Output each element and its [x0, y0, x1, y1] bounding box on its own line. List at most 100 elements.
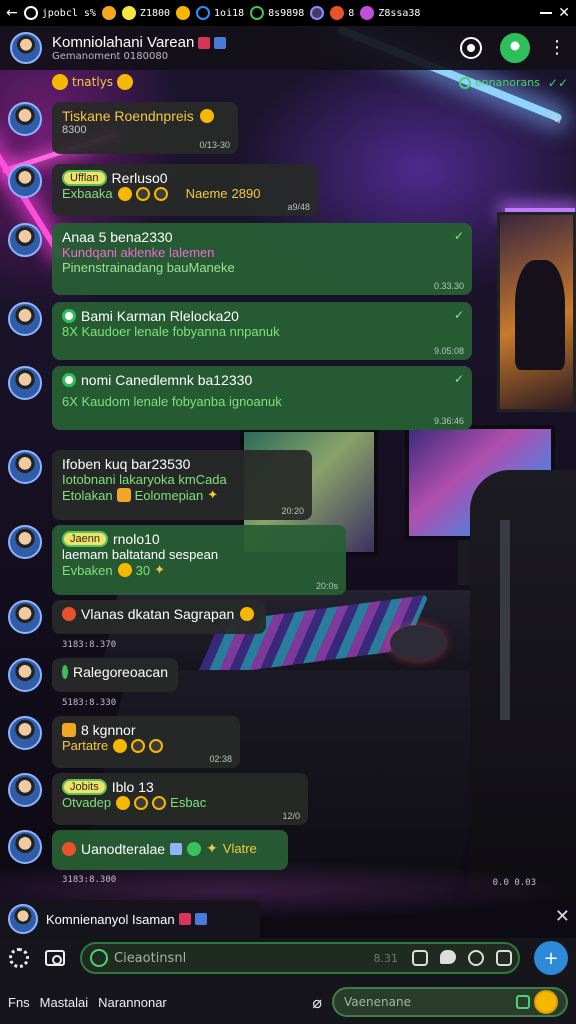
gear-icon [9, 948, 29, 968]
message-bubble[interactable]: nomi Canedlemnk ba12330 6X Kaudom lenale… [52, 366, 472, 430]
gallery-icon[interactable] [496, 950, 512, 966]
message-line: Uanodteralae ✦ Vlatre [62, 840, 278, 857]
message-bubble[interactable]: Vlanas dkatan Sagrapan [52, 600, 266, 634]
message-line: Anaa 5 bena2330 [62, 229, 462, 245]
chat-subtitle: Gemanoment 0180080 [52, 51, 169, 62]
avatar[interactable] [8, 658, 42, 692]
camera-button[interactable] [44, 947, 66, 969]
read-check-icon: ✓ [453, 372, 464, 386]
reply-title-text: Komnienanyol Isaman [46, 911, 175, 927]
minimize-icon[interactable] [540, 12, 553, 14]
composer-label[interactable]: Narannonar [98, 995, 167, 1010]
star-icon: ✦ [206, 840, 218, 856]
message-bubble[interactable]: Tiskane Roendnpreis 8300 0/13-30 [52, 102, 238, 154]
message[interactable]: Uanodteralae ✦ Vlatre [8, 830, 288, 870]
avatar[interactable] [8, 450, 42, 484]
online-text: ennanorans [474, 76, 540, 89]
attach-icon[interactable]: ⌀ [312, 993, 322, 1012]
message[interactable]: Vlanas dkatan Sagrapan [8, 600, 266, 634]
message-bubble[interactable]: Ralegoreoacan [52, 658, 178, 692]
status-icon [360, 6, 375, 20]
timer-icon[interactable] [468, 950, 484, 966]
input-placeholder: Cieaotinsnl [114, 950, 187, 966]
chat-bubble-icon[interactable] [440, 950, 456, 964]
emoji-button[interactable] [534, 990, 558, 1014]
message[interactable]: Ifoben kuq bar23530 Iotobnani lakaryoka … [8, 450, 312, 520]
message-time: 9.36:46 [433, 416, 464, 426]
message-line: Evbaken 30 ✦ [62, 562, 336, 578]
avatar[interactable] [8, 716, 42, 750]
message-bubble[interactable]: Ufflan Rerluso0 Exbaaka Naeme 2890 a9/48 [52, 164, 318, 216]
message[interactable]: Jaenn rnolo10 laemam baltatand sespean E… [8, 525, 346, 595]
message-input[interactable]: Cieaotinsnl 8.31 [80, 942, 520, 974]
message[interactable]: Tiskane Roendnpreis 8300 0/13-30 [8, 102, 238, 154]
message-time: 3183:8.300 [62, 875, 117, 885]
input-counter: 8.31 [373, 951, 399, 965]
message[interactable]: Anaa 5 bena2330 Kundqani aklenke lalemen… [8, 223, 472, 295]
profile-icon[interactable] [500, 33, 530, 63]
avatar[interactable] [8, 164, 42, 198]
video-call-icon[interactable] [460, 37, 482, 59]
status-item: 8s9898 [250, 6, 304, 20]
keyboard-icon[interactable] [516, 995, 530, 1009]
message[interactable]: nomi Canedlemnk ba12330 6X Kaudom lenale… [8, 366, 472, 430]
message-tag: Jaenn [62, 531, 108, 547]
message-line: nomi Canedlemnk ba12330 [62, 372, 462, 388]
flag-icon [178, 913, 191, 925]
chat-title: Komniolahani Varean [52, 34, 227, 51]
back-arrow-icon[interactable]: ← [6, 6, 18, 20]
send-button[interactable]: + [534, 941, 568, 975]
secondary-input[interactable]: Vaenenane [332, 987, 568, 1017]
message-bubble[interactable]: Jaenn rnolo10 laemam baltatand sespean E… [52, 525, 346, 595]
message-extra: Vlatre [222, 841, 257, 856]
message-sender: rnolo10 [112, 531, 160, 547]
close-icon[interactable]: ✕ [558, 6, 570, 20]
avatar[interactable] [8, 830, 42, 864]
close-reply-icon[interactable]: ✕ [555, 906, 570, 927]
avatar[interactable] [8, 600, 42, 634]
message-time: 20:0s [315, 581, 338, 591]
message-line: Vlanas dkatan Sagrapan [62, 606, 256, 622]
message[interactable]: Jobits Iblo 13 Otvadep Esbac 12/0 [8, 773, 308, 825]
emoji-icon [116, 795, 131, 810]
message-tag: Ufflan [62, 170, 107, 186]
message[interactable]: Bami Karman Rlelocka20 8X Kaudoer lenale… [8, 302, 472, 360]
avatar[interactable] [8, 525, 42, 559]
chat-title-block[interactable]: Komniolahani Varean Gemanoment 0180080 [52, 34, 227, 62]
message-text: Evbaken [62, 562, 113, 578]
image-icon [170, 842, 183, 855]
avatar[interactable] [8, 773, 42, 807]
avatar[interactable] [8, 102, 42, 136]
avatar[interactable] [10, 32, 42, 64]
message-time: 12/0 [282, 811, 300, 821]
message-line: Exbaaka Naeme 2890 [62, 186, 308, 201]
more-options-icon[interactable]: ⋮ [548, 39, 566, 57]
message-bubble[interactable]: Ifoben kuq bar23530 Iotobnani lakaryoka … [52, 450, 312, 520]
message-bubble[interactable]: Jobits Iblo 13 Otvadep Esbac 12/0 [52, 773, 308, 825]
pen-icon[interactable]: ✎ [550, 112, 566, 128]
emoji-icon [116, 488, 131, 502]
message-bubble[interactable]: Anaa 5 bena2330 Kundqani aklenke lalemen… [52, 223, 472, 295]
message-extra: Eolomepian [134, 487, 204, 503]
composer-label[interactable]: Mastalai [40, 995, 88, 1010]
message[interactable]: Ralegoreoacan [8, 658, 178, 692]
message-bubble[interactable]: Uanodteralae ✦ Vlatre [52, 830, 288, 870]
message-text: Kundqani aklenke lalemen [62, 245, 215, 260]
sticker-icon[interactable] [412, 950, 428, 966]
message-bubble[interactable]: 8 kgnnor Partatre 02:38 [52, 716, 240, 768]
chat-area[interactable]: tnatlys ennanorans ✓✓ ✎ Tiskane Roendnpr… [0, 70, 576, 900]
settings-button[interactable] [8, 947, 30, 969]
reply-preview[interactable]: Komnienanyol Isaman [0, 900, 260, 938]
message[interactable]: 8 kgnnor Partatre 02:38 [8, 716, 240, 768]
avatar[interactable] [8, 223, 42, 257]
status-item: Z8ssa38 [360, 6, 420, 20]
composer-label[interactable]: Fns [8, 995, 30, 1010]
message-bubble[interactable]: Bami Karman Rlelocka20 8X Kaudoer lenale… [52, 302, 472, 360]
status-item: 1oi18 [196, 6, 244, 20]
emoji-icon [62, 309, 76, 323]
message[interactable]: Ufflan Rerluso0 Exbaaka Naeme 2890 a9/48 [8, 164, 318, 216]
chat-header: Komniolahani Varean Gemanoment 0180080 ⋮ [0, 26, 576, 70]
emoji-icon [131, 738, 146, 753]
avatar[interactable] [8, 366, 42, 400]
avatar[interactable] [8, 302, 42, 336]
